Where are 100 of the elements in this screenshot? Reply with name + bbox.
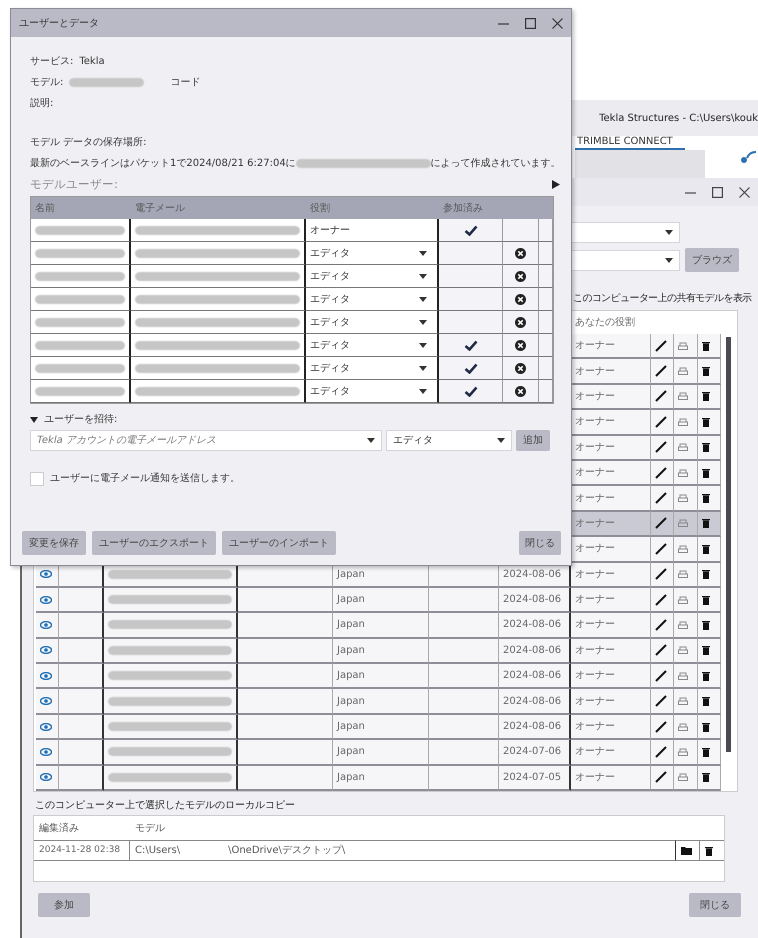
remove-icon[interactable] <box>515 362 526 374</box>
folder-icon[interactable] <box>681 846 692 855</box>
trash-icon[interactable] <box>702 772 710 782</box>
pencil-icon[interactable] <box>655 390 667 402</box>
dropdown-caret-icon[interactable] <box>419 274 427 278</box>
eye-icon[interactable] <box>40 672 52 680</box>
trash-icon[interactable] <box>702 366 710 376</box>
dropdown-caret-icon[interactable] <box>367 438 375 443</box>
trash-icon[interactable] <box>702 594 710 605</box>
printer-icon[interactable] <box>678 570 688 578</box>
printer-icon[interactable] <box>678 418 688 426</box>
pencil-icon[interactable] <box>655 746 667 758</box>
scrollbar[interactable] <box>726 337 731 752</box>
printer-icon[interactable] <box>678 544 688 553</box>
remove-icon[interactable] <box>515 386 526 396</box>
pencil-icon[interactable] <box>655 771 667 784</box>
trash-icon[interactable] <box>702 670 710 681</box>
role-dropdown[interactable]: エディタ <box>306 334 439 357</box>
remove-icon[interactable] <box>515 316 526 328</box>
trash-icon[interactable] <box>702 620 710 630</box>
printer-icon[interactable] <box>678 494 688 502</box>
pencil-icon[interactable] <box>655 618 667 631</box>
pencil-icon[interactable] <box>655 517 667 530</box>
printer-icon[interactable] <box>678 367 688 376</box>
trash-icon[interactable] <box>705 846 713 856</box>
role-dropdown[interactable]: エディタ <box>306 357 439 380</box>
remove-icon[interactable] <box>515 294 526 304</box>
remove-icon[interactable] <box>515 248 526 258</box>
printer-icon[interactable] <box>678 672 688 680</box>
trash-icon[interactable] <box>702 544 710 554</box>
dropdown-caret-icon[interactable] <box>419 366 427 370</box>
browse-button[interactable]: ブラウズ <box>685 248 739 272</box>
trash-icon[interactable] <box>702 696 710 706</box>
eye-icon[interactable] <box>40 697 52 706</box>
pencil-icon[interactable] <box>655 568 667 580</box>
import-users-button[interactable]: ユーザーのインポート <box>222 531 336 555</box>
trash-icon[interactable] <box>702 416 710 427</box>
role-dropdown[interactable]: エディタ <box>306 311 439 334</box>
pencil-icon[interactable] <box>655 720 667 733</box>
close-icon[interactable] <box>739 186 750 198</box>
role-dropdown-field[interactable]: エディタ <box>386 430 512 451</box>
pencil-icon[interactable] <box>655 644 667 656</box>
printer-icon[interactable] <box>678 443 688 452</box>
trash-icon[interactable] <box>702 493 710 504</box>
dropdown-caret-icon[interactable] <box>419 342 427 348</box>
trash-icon[interactable] <box>702 722 710 732</box>
add-button[interactable]: 追加 <box>516 430 550 451</box>
close-button[interactable]: 閉じる <box>689 893 741 917</box>
eye-icon[interactable] <box>40 646 52 654</box>
maximize-icon[interactable] <box>525 18 536 28</box>
pencil-icon[interactable] <box>655 695 667 708</box>
printer-icon[interactable] <box>678 722 688 731</box>
trash-icon[interactable] <box>702 442 710 452</box>
dropdown-caret-icon[interactable] <box>497 438 505 443</box>
printer-icon[interactable] <box>678 392 688 400</box>
checkbox[interactable] <box>30 472 44 486</box>
pencil-icon[interactable] <box>655 365 667 378</box>
pencil-icon[interactable] <box>655 466 667 479</box>
printer-icon[interactable] <box>678 468 688 477</box>
role-dropdown[interactable]: エディタ <box>306 242 439 265</box>
printer-icon[interactable] <box>678 697 688 706</box>
dropdown-caret-icon[interactable] <box>665 230 673 235</box>
eye-icon[interactable] <box>40 748 52 756</box>
pencil-icon[interactable] <box>655 594 667 606</box>
pencil-icon[interactable] <box>655 340 667 352</box>
expander-icon[interactable] <box>30 416 38 424</box>
eye-icon[interactable] <box>40 773 52 782</box>
email-dropdown-field[interactable]: Tekla アカウントの電子メールアドレス <box>30 430 382 451</box>
eye-icon[interactable] <box>40 596 52 604</box>
printer-icon[interactable] <box>678 646 688 654</box>
dropdown-caret-icon[interactable] <box>419 388 427 394</box>
pencil-icon[interactable] <box>655 441 667 454</box>
role-dropdown[interactable]: エディタ <box>306 265 439 288</box>
dropdown-caret-icon[interactable] <box>419 250 427 256</box>
remove-icon[interactable] <box>515 340 526 350</box>
role-dropdown[interactable]: エディタ <box>306 288 439 311</box>
maximize-icon[interactable] <box>712 186 723 198</box>
trash-icon[interactable] <box>702 340 710 351</box>
remove-icon[interactable] <box>515 270 526 282</box>
expand-arrow-icon[interactable] <box>552 180 560 189</box>
join-button[interactable]: 参加 <box>38 893 90 917</box>
eye-icon[interactable] <box>40 620 52 629</box>
close-icon[interactable] <box>552 18 563 28</box>
printer-icon[interactable] <box>678 342 688 350</box>
dropdown-caret-icon[interactable] <box>665 258 673 262</box>
dropdown-caret-icon[interactable] <box>419 320 427 324</box>
eye-icon[interactable] <box>40 570 52 578</box>
pencil-icon[interactable] <box>655 542 667 555</box>
trash-icon[interactable] <box>702 746 710 757</box>
pencil-icon[interactable] <box>655 416 667 428</box>
printer-icon[interactable] <box>678 596 688 604</box>
role-dropdown[interactable]: エディタ <box>306 380 439 403</box>
printer-icon[interactable] <box>678 773 688 782</box>
eye-icon[interactable] <box>40 722 52 731</box>
trash-icon[interactable] <box>702 569 710 580</box>
printer-icon[interactable] <box>678 620 688 629</box>
save-changes-button[interactable]: 変更を保存 <box>22 531 86 555</box>
trash-icon[interactable] <box>702 518 710 528</box>
trash-icon[interactable] <box>702 391 710 402</box>
export-users-button[interactable]: ユーザーのエクスポート <box>92 531 216 555</box>
